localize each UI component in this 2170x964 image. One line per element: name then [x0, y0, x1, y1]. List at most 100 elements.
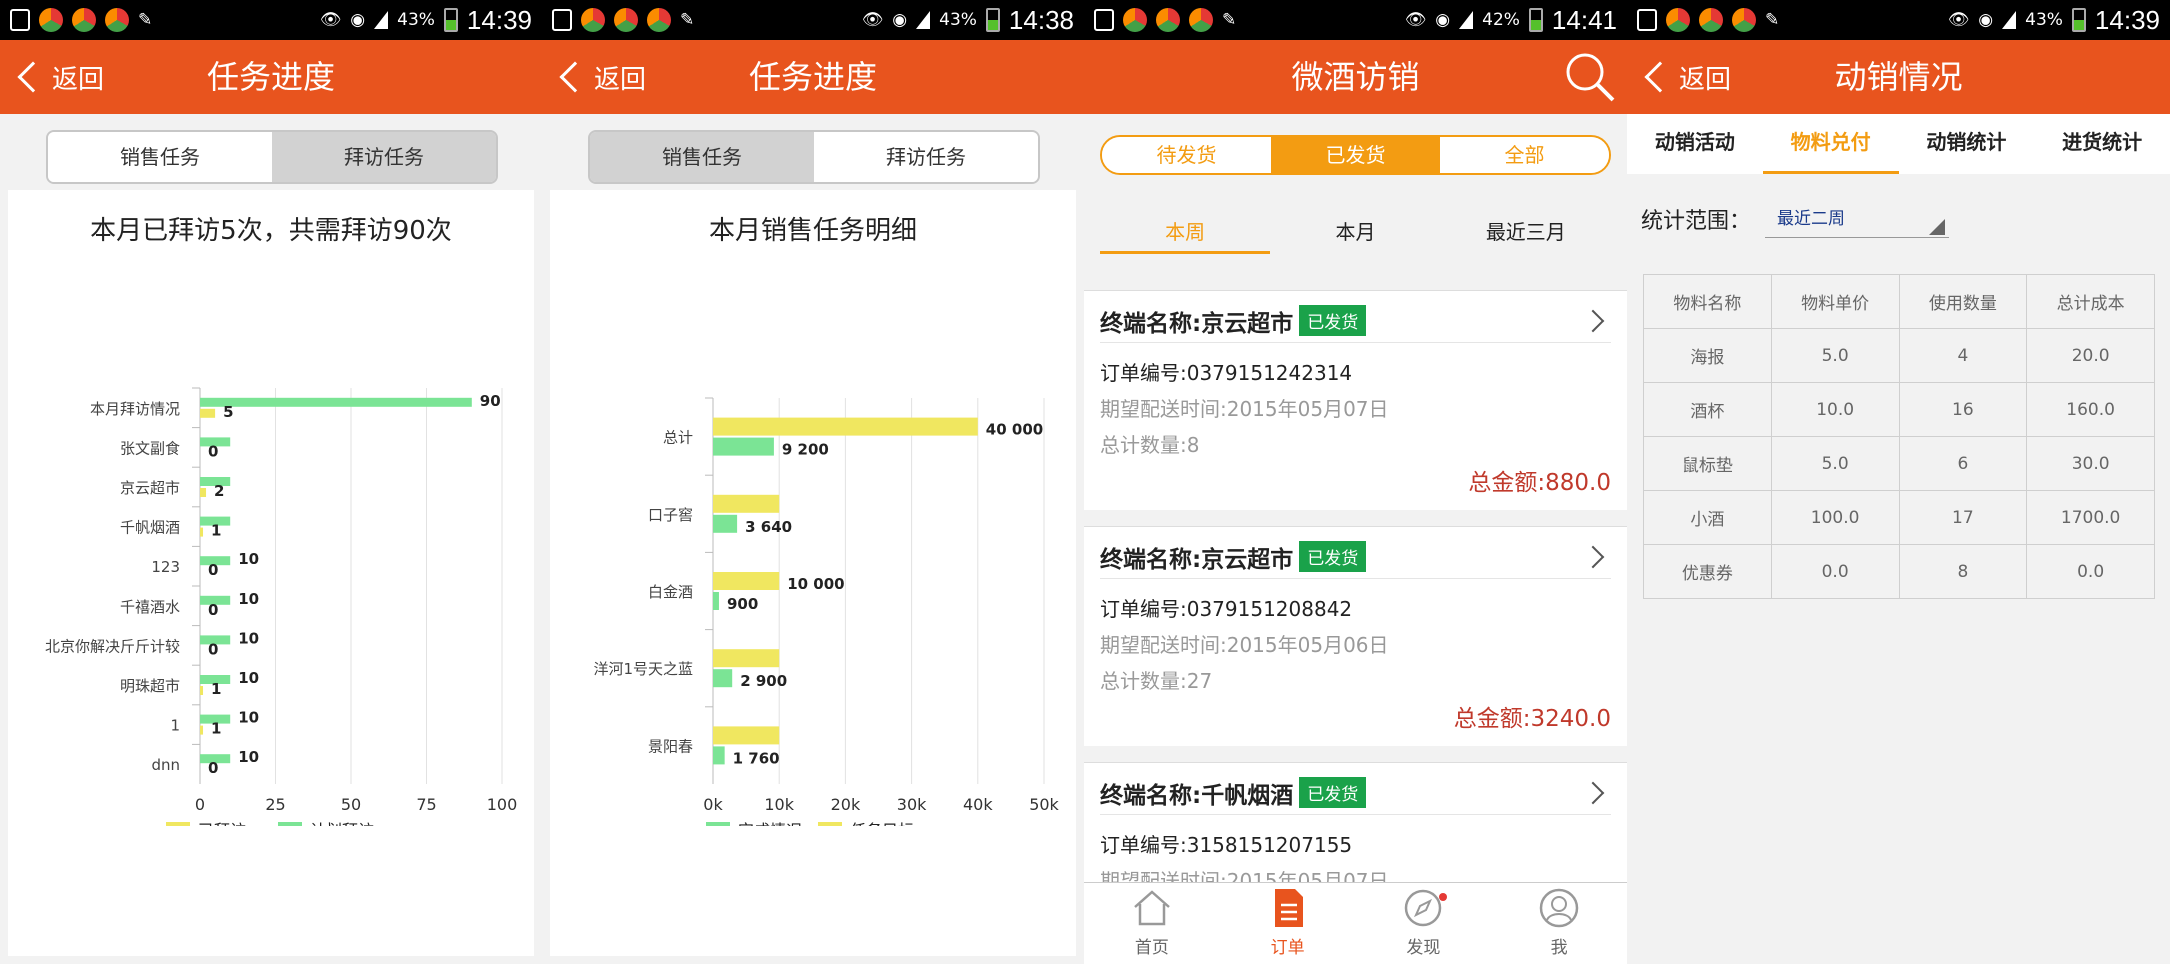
tab-shipped[interactable]: 已发货 [1271, 137, 1440, 173]
x-tick-label: 40k [963, 795, 993, 814]
data-label: 10 [238, 629, 259, 647]
table-row: 优惠券 0.0 8 0.0 [1643, 544, 2155, 599]
back-chevron-icon [1644, 61, 1676, 93]
column-header: 物料单价 [1770, 274, 1900, 329]
tab-sell-through-stats[interactable]: 动销统计 [1899, 114, 2035, 174]
tab-discover[interactable]: 发现 [1356, 883, 1492, 964]
chart-card: 本月已拜访5次，共需拜访90次 0255075100拜访次数本月拜访情况905张… [8, 190, 534, 956]
tab-this-month[interactable]: 本月 [1270, 210, 1440, 254]
bar-任务目标 [713, 494, 780, 513]
order-card[interactable]: 终端名称:京云超市 已发货 订单编号:0379151208842 期望配送时间:… [1084, 526, 1627, 746]
category-label: 千帆烟酒 [120, 519, 180, 537]
tab-label: 我 [1550, 938, 1568, 958]
chart-card: 本月销售任务明细 0k10k20k30k40k50k单位：元总计40 0009 … [550, 190, 1076, 956]
battery-percent: 43% [939, 10, 977, 30]
bar-完成情况 [713, 669, 733, 688]
table-cell: 20.0 [2026, 328, 2155, 383]
tab-material-payout[interactable]: 物料兑付 [1762, 114, 1899, 174]
data-label: 9 200 [782, 441, 829, 459]
order-number: 订单编号:0379151242314 [1100, 361, 1353, 385]
period-switch: 本周 本月 最近三月 [1100, 210, 1611, 254]
tab-activities[interactable]: 动销活动 [1627, 114, 1763, 174]
tab-label: 首页 [1134, 938, 1169, 958]
category-label: 景阳春 [648, 737, 693, 755]
tab-visit-task[interactable]: 拜访任务 [814, 132, 1038, 182]
bar-已拜访 [200, 725, 204, 735]
bar-完成情况 [713, 514, 738, 533]
tab-sales-task[interactable]: 销售任务 [48, 132, 272, 182]
data-label: 10 [238, 709, 259, 727]
total-quantity: 总计数量:8 [1100, 433, 1200, 457]
data-label: 0 [208, 640, 218, 658]
tab-orders[interactable]: 订单 [1220, 883, 1356, 964]
legend-swatch [166, 822, 190, 826]
status-badge: 已发货 [1299, 777, 1367, 808]
table-cell: 10.0 [1770, 382, 1900, 437]
back-label: 返回 [52, 64, 105, 95]
data-label: 10 [238, 748, 259, 766]
wifi-icon: ◉ [1435, 10, 1451, 30]
back-button[interactable]: 返回 [556, 54, 646, 100]
category-label: 总计 [663, 429, 693, 447]
order-header[interactable]: 终端名称:千帆烟酒 已发货 [1100, 771, 1611, 815]
category-label: 1 [170, 717, 180, 735]
chevron-right-icon [1581, 781, 1605, 804]
x-tick-label: 75 [416, 795, 436, 814]
back-button[interactable]: 返回 [1641, 54, 1731, 100]
order-header[interactable]: 终端名称:京云超市 已发货 [1100, 299, 1611, 343]
data-label: 10 [238, 550, 259, 568]
edit-icon: ✎ [1222, 10, 1237, 30]
status-bar: ✎ 👁 ◉ 43% 14:39 [1627, 0, 2170, 40]
total-amount: 总金额:3240.0 [1453, 706, 1611, 732]
tab-this-week[interactable]: 本周 [1100, 210, 1271, 254]
tab-pending-shipment[interactable]: 待发货 [1102, 137, 1271, 173]
notification-icon [552, 9, 572, 31]
document-icon [1274, 889, 1303, 927]
bar-已拜访 [200, 488, 207, 497]
data-label: 0 [208, 759, 218, 777]
x-tick-label: 10k [764, 795, 794, 814]
legend-swatch [278, 822, 302, 826]
data-label: 5 [223, 403, 233, 421]
battery-percent: 43% [2025, 10, 2063, 30]
table-cell: 海报 [1643, 328, 1772, 383]
range-select[interactable]: 最近二周 [1765, 200, 1950, 238]
task-type-switch: 销售任务 拜访任务 [588, 130, 1040, 184]
data-label: 3 640 [745, 518, 792, 536]
page-title: 微酒访销 [1291, 58, 1420, 96]
x-tick-label: 20k [831, 795, 861, 814]
tab-me[interactable]: 我 [1491, 883, 1627, 964]
notification-icon [1094, 9, 1114, 31]
x-tick-label: 50 [341, 795, 361, 814]
data-label: 1 760 [733, 749, 780, 767]
user-icon [1539, 888, 1579, 928]
table-cell: 小酒 [1643, 490, 1772, 545]
edit-icon: ✎ [680, 10, 695, 30]
battery-icon [2071, 8, 2086, 32]
home-icon [1134, 890, 1170, 926]
bar-完成情况 [713, 746, 725, 765]
tab-visit-task[interactable]: 拜访任务 [272, 132, 496, 182]
app-icon [39, 8, 63, 32]
screen-order-list: ✎ 👁 ◉ 42% 14:41 微酒访销 待发货 已发货 全部 本周 本月 最近… [1084, 0, 1627, 964]
bar-任务目标 [713, 572, 780, 590]
table-cell: 1700.0 [2026, 490, 2155, 545]
order-header[interactable]: 终端名称:京云超市 已发货 [1100, 535, 1611, 579]
legend-swatch [706, 822, 730, 826]
tab-sales-task[interactable]: 销售任务 [590, 132, 814, 182]
back-button[interactable]: 返回 [14, 54, 104, 100]
table-header-row: 物料名称 物料单价 使用数量 总计成本 [1643, 274, 2155, 329]
tab-home[interactable]: 首页 [1084, 883, 1220, 964]
order-card[interactable]: 终端名称:京云超市 已发货 订单编号:0379151242314 期望配送时间:… [1084, 290, 1627, 510]
tab-all[interactable]: 全部 [1440, 137, 1609, 173]
tab-last-three-months[interactable]: 最近三月 [1441, 210, 1611, 254]
title-bar: 动销情况 返回 [1627, 40, 2170, 114]
range-value: 最近二周 [1777, 209, 1846, 229]
app-icon [1699, 8, 1723, 32]
app-icon [72, 8, 96, 32]
tab-purchase-stats[interactable]: 进货统计 [2034, 114, 2170, 174]
signal-icon [374, 11, 389, 29]
category-label: 京云超市 [120, 479, 180, 497]
table-cell: 鼠标垫 [1643, 436, 1772, 491]
search-icon[interactable] [1563, 50, 1617, 104]
